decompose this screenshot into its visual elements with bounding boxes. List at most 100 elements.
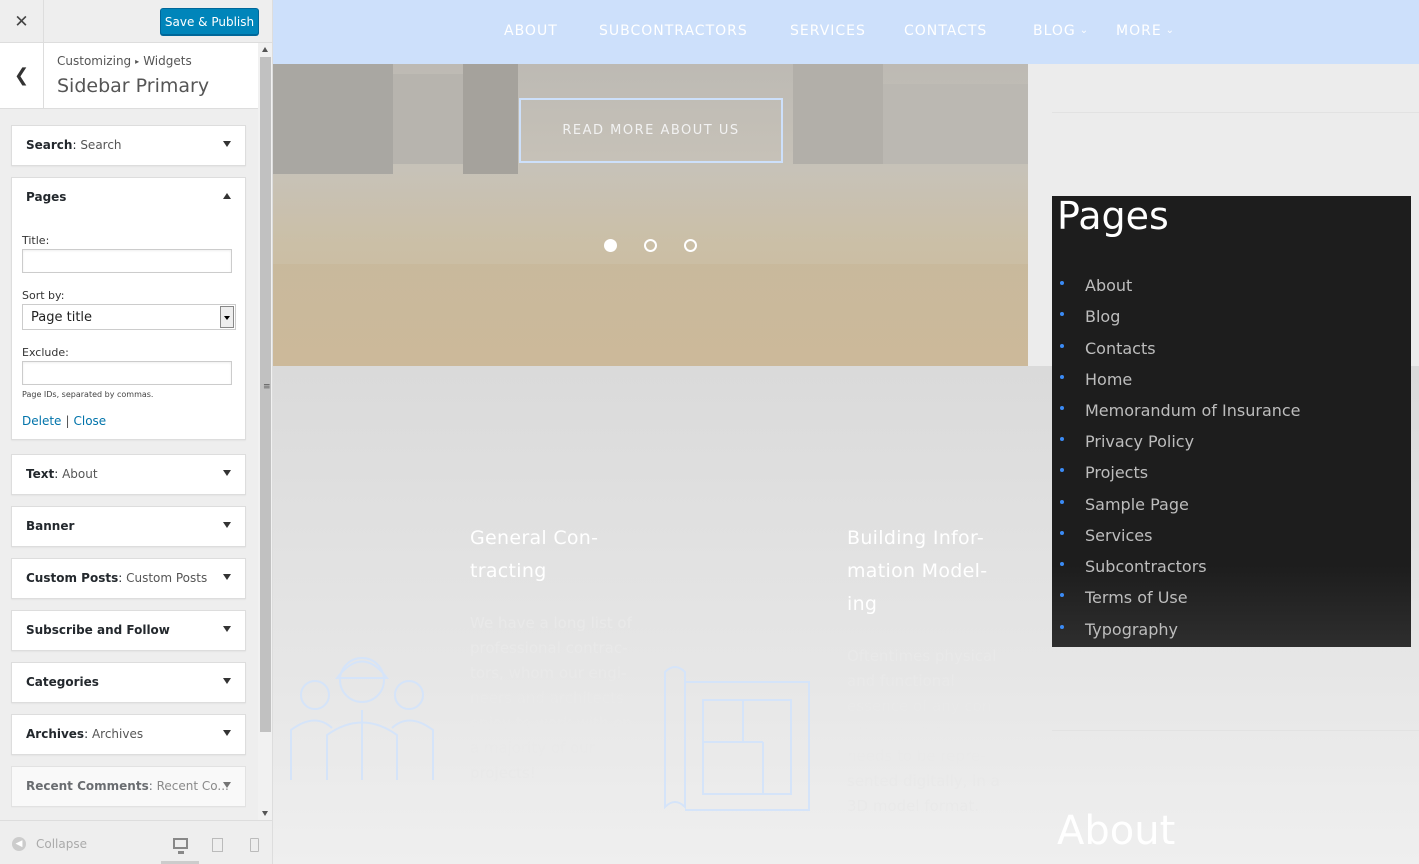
bullet-icon	[1060, 437, 1064, 441]
chevron-down-icon: ⌄	[1165, 25, 1176, 36]
widget-actions: Delete | Close	[22, 414, 106, 428]
feature-title-2: Building Infor- mation Model- ing	[847, 527, 988, 615]
widget-recent-comments[interactable]: Recent Comments: Recent Co...	[11, 766, 246, 807]
chevron-down-icon[interactable]	[223, 730, 231, 736]
chevron-down-icon[interactable]	[223, 782, 231, 788]
title-label: Title:	[22, 234, 50, 247]
save-publish-button[interactable]: Save & Publish	[160, 8, 259, 35]
nav-about[interactable]: ABOUT	[504, 23, 558, 39]
page-link-services[interactable]: Services	[1060, 526, 1152, 545]
nav-more[interactable]: MORE ⌄	[1116, 23, 1175, 39]
slider-dot-1[interactable]	[604, 239, 617, 252]
divider	[1052, 112, 1419, 113]
feature-text-1: We have a long list of professional cont…	[470, 614, 632, 782]
widget-subscribe-follow[interactable]: Subscribe and Follow	[11, 610, 246, 651]
chevron-down-icon[interactable]	[223, 678, 231, 684]
scroll-down-arrow-icon[interactable]	[262, 811, 268, 816]
breadcrumb: Customizing ▸ Widgets	[57, 54, 192, 68]
slider-dot-2[interactable]	[644, 239, 657, 252]
page-link-subcontractors[interactable]: Subcontractors	[1060, 557, 1207, 576]
panel-scrollbar[interactable]: ≡	[258, 43, 272, 820]
chevron-down-icon[interactable]	[223, 470, 231, 476]
page-link-sample-page[interactable]: Sample Page	[1060, 495, 1189, 514]
nav-subcontractors[interactable]: SUBCONTRACTORS	[599, 23, 748, 39]
nav-contacts[interactable]: CONTACTS	[904, 23, 987, 39]
breadcrumb-item: Customizing	[57, 54, 132, 68]
bullet-icon	[1060, 531, 1064, 535]
pages-widget-form: Title: Sort by: Page title Exclude: Page…	[12, 217, 245, 439]
page-link-memorandum[interactable]: Memorandum of Insurance	[1060, 401, 1301, 420]
page-link-terms-of-use[interactable]: Terms of Use	[1060, 588, 1188, 607]
page-link-contacts[interactable]: Contacts	[1060, 339, 1156, 358]
bullet-icon	[1060, 312, 1064, 316]
title-input[interactable]	[22, 249, 232, 273]
chevron-up-icon[interactable]	[223, 193, 231, 199]
chevron-down-icon[interactable]	[223, 141, 231, 147]
feature-text-2: Oftentimes physical and functional essen…	[847, 647, 1000, 815]
site-navigation: ABOUT SUBCONTRACTORS SERVICES CONTACTS B…	[273, 0, 1419, 64]
customizer-footer: ◀ Collapse	[0, 820, 272, 864]
bullet-icon	[1060, 562, 1064, 566]
close-customizer-button[interactable]: ✕	[0, 0, 44, 43]
back-button[interactable]: ❮	[0, 43, 44, 108]
widget-text[interactable]: Text: About	[11, 454, 246, 495]
widget-title: Categories	[26, 675, 99, 689]
page-link-typography[interactable]: Typography	[1060, 620, 1178, 639]
widget-title: Recent Comments: Recent Co...	[26, 779, 229, 793]
widget-title: Pages	[26, 190, 67, 204]
pages-widget-preview[interactable]: Pages About Blog Contacts Home Memorandu…	[1052, 194, 1411, 647]
bullet-icon	[1060, 468, 1064, 472]
widget-banner[interactable]: Banner	[11, 506, 246, 547]
divider	[1052, 730, 1419, 731]
sort-by-value: Page title	[31, 310, 93, 325]
widget-title: Custom Posts: Custom Posts	[26, 571, 208, 585]
separator: |	[65, 414, 70, 428]
tablet-preview-icon[interactable]	[212, 838, 223, 852]
exclude-input[interactable]	[22, 361, 232, 385]
chevron-down-icon[interactable]	[223, 626, 231, 632]
widget-title: Search: Search	[26, 138, 122, 152]
desktop-preview-icon[interactable]	[173, 838, 188, 854]
read-more-button[interactable]: READ MORE ABOUT US	[519, 98, 783, 163]
scrollbar-thumb[interactable]: ≡	[260, 57, 271, 732]
page-link-privacy-policy[interactable]: Privacy Policy	[1060, 432, 1194, 451]
chevron-down-icon: ⌄	[1079, 25, 1090, 36]
mobile-preview-icon[interactable]	[250, 838, 259, 852]
nav-blog[interactable]: BLOG ⌄	[1033, 23, 1089, 39]
grip-icon: ≡	[263, 382, 271, 392]
page-link-blog[interactable]: Blog	[1060, 307, 1120, 326]
bullet-icon	[1060, 625, 1064, 629]
delete-link[interactable]: Delete	[22, 414, 61, 428]
feature-title-1: General Con- tracting	[470, 527, 599, 582]
widget-pages-header[interactable]: Pages	[12, 178, 245, 217]
customizer-header: ✕ Save & Publish	[0, 0, 272, 43]
dropdown-arrow-icon[interactable]	[220, 306, 234, 328]
bullet-icon	[1060, 344, 1064, 348]
bullet-icon	[1060, 281, 1064, 285]
page-link-about[interactable]: About	[1060, 276, 1132, 295]
sort-by-select[interactable]: Page title	[22, 304, 236, 330]
section-title-bar: ❮ Customizing ▸ Widgets Sidebar Primary	[0, 43, 258, 109]
scroll-up-arrow-icon[interactable]	[262, 47, 268, 52]
chevron-down-icon[interactable]	[223, 522, 231, 528]
widget-categories[interactable]: Categories	[11, 662, 246, 703]
collapse-arrow-icon: ◀	[12, 837, 26, 851]
collapse-button[interactable]: ◀ Collapse	[12, 837, 87, 851]
widget-search[interactable]: Search: Search	[11, 125, 246, 166]
nav-services[interactable]: SERVICES	[790, 23, 866, 39]
widget-title: Text: About	[26, 467, 98, 481]
site-preview: ABOUT SUBCONTRACTORS SERVICES CONTACTS B…	[273, 0, 1419, 864]
widget-title: Banner	[26, 519, 75, 533]
chevron-down-icon[interactable]	[223, 574, 231, 580]
page-link-projects[interactable]: Projects	[1060, 463, 1148, 482]
widget-title: Archives: Archives	[26, 727, 144, 741]
slider-dot-3[interactable]	[684, 239, 697, 252]
close-icon: ✕	[14, 11, 29, 32]
widget-custom-posts[interactable]: Custom Posts: Custom Posts	[11, 558, 246, 599]
bullet-icon	[1060, 375, 1064, 379]
bullet-icon	[1060, 593, 1064, 597]
close-link[interactable]: Close	[73, 414, 106, 428]
page-link-home[interactable]: Home	[1060, 370, 1132, 389]
exclude-label: Exclude:	[22, 346, 69, 359]
widget-archives[interactable]: Archives: Archives	[11, 714, 246, 755]
